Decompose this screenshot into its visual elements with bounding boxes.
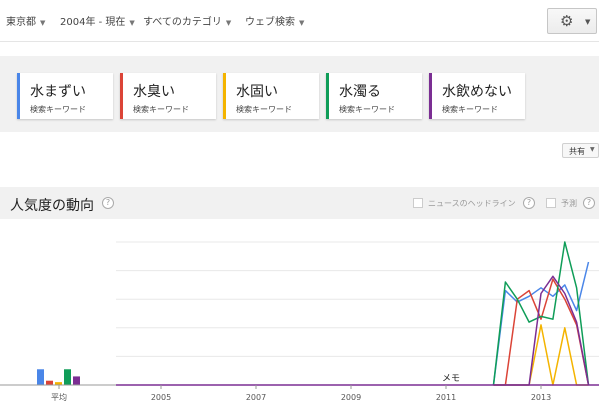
category-filter-label: すべてのカテゴリ xyxy=(143,17,222,28)
gear-icon: ⚙ xyxy=(560,12,574,30)
interest-over-time-chart: 2005 2007 2009 2011 2013 平均 メモ xyxy=(0,241,599,402)
term-card-2[interactable]: 水臭い 検索キーワード xyxy=(120,73,216,119)
term-label: 水まずい xyxy=(30,84,86,100)
region-filter[interactable]: 東京都 ▼ xyxy=(6,13,45,28)
x-tick-label: 2007 xyxy=(246,393,266,402)
term-card-5[interactable]: 水飲めない 検索キーワード xyxy=(429,73,525,119)
average-bar xyxy=(46,380,53,385)
term-type-label: 検索キーワード xyxy=(236,105,292,114)
chevron-down-icon: ▼ xyxy=(40,19,46,27)
chevron-down-icon: ▼ xyxy=(590,146,595,153)
section-title: 人気度の動向 xyxy=(10,198,94,214)
share-button-label: 共有 xyxy=(569,147,585,156)
term-label: 水飲めない xyxy=(442,84,512,100)
trends-page: 東京都 ▼ 2004年 - 現在 ▼ すべてのカテゴリ ▼ ウェブ検索 ▼ ⚙ ▼ 水ま… xyxy=(0,0,599,409)
help-icon[interactable]: ? xyxy=(523,197,535,209)
annotation-label: メモ xyxy=(442,374,460,384)
average-label: 平均 xyxy=(51,392,67,402)
x-tick-label: 2005 xyxy=(151,393,171,402)
average-bars xyxy=(37,369,80,385)
share-button[interactable]: 共有 ▼ xyxy=(562,143,599,158)
news-headlines-label: ニュースのヘッドライン xyxy=(428,199,516,208)
x-tick-label: 2013 xyxy=(531,393,551,402)
chevron-down-icon: ▼ xyxy=(585,18,591,26)
chart-axis: 2005 2007 2009 2011 2013 平均 メモ xyxy=(0,374,599,402)
forecast-label: 予測 xyxy=(561,199,577,208)
chevron-down-icon: ▼ xyxy=(225,19,232,27)
search-type-filter[interactable]: ウェブ検索 ▼ xyxy=(245,13,304,28)
time-range-filter[interactable]: 2004年 - 現在 ▼ xyxy=(60,13,135,28)
interest-over-time-header: 人気度の動向 ? ニュースのヘッドライン ? 予測 ? xyxy=(0,187,599,219)
search-terms-bar: 水まずい 検索キーワード 水臭い 検索キーワード 水固い 検索キーワード 水濁る… xyxy=(0,56,599,132)
chart-gridlines xyxy=(116,241,599,386)
category-filter[interactable]: すべてのカテゴリ ▼ xyxy=(143,13,231,28)
average-bar xyxy=(37,369,44,385)
term-label: 水濁る xyxy=(339,84,381,100)
time-range-filter-label: 2004年 - 現在 xyxy=(60,17,126,28)
filter-bar: 東京都 ▼ 2004年 - 現在 ▼ すべてのカテゴリ ▼ ウェブ検索 ▼ ⚙ ▼ xyxy=(0,0,599,42)
region-filter-label: 東京都 xyxy=(6,17,36,28)
term-label: 水臭い xyxy=(133,84,175,100)
term-type-label: 検索キーワード xyxy=(442,105,498,114)
x-tick-label: 2011 xyxy=(436,393,456,402)
help-icon[interactable]: ? xyxy=(583,197,595,209)
term-type-label: 検索キーワード xyxy=(133,105,189,114)
term-type-label: 検索キーワード xyxy=(30,105,86,114)
search-type-filter-label: ウェブ検索 xyxy=(245,17,295,28)
chevron-down-icon: ▼ xyxy=(299,19,305,27)
x-tick-label: 2009 xyxy=(341,393,361,402)
term-card-4[interactable]: 水濁る 検索キーワード xyxy=(326,73,422,119)
series-line xyxy=(493,324,589,386)
term-label: 水固い xyxy=(236,84,278,100)
term-type-label: 検索キーワード xyxy=(339,105,395,114)
average-bar xyxy=(64,369,71,385)
settings-button[interactable]: ⚙ ▼ xyxy=(547,8,597,34)
average-bar xyxy=(73,376,80,385)
term-card-3[interactable]: 水固い 検索キーワード xyxy=(223,73,319,119)
help-icon[interactable]: ? xyxy=(102,197,114,209)
chart-series xyxy=(492,241,590,386)
news-headlines-checkbox[interactable] xyxy=(413,198,423,208)
forecast-checkbox[interactable] xyxy=(546,198,556,208)
term-card-1[interactable]: 水まずい 検索キーワード xyxy=(17,73,113,119)
chevron-down-icon: ▼ xyxy=(129,19,135,27)
